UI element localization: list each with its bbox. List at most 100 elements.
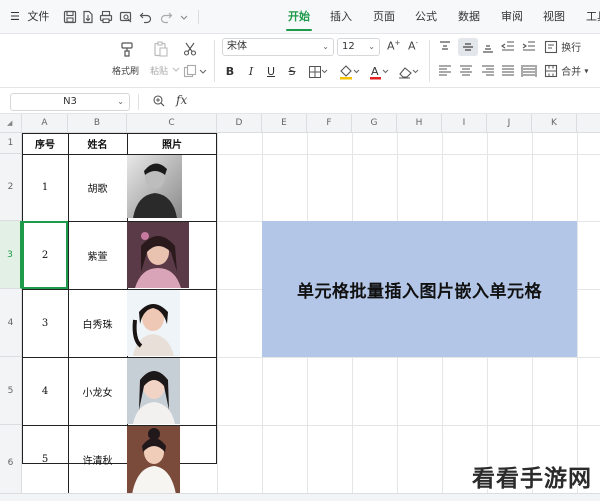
export-pdf-icon[interactable] xyxy=(80,9,96,25)
italic-icon[interactable]: I xyxy=(245,64,257,80)
column-header[interactable] xyxy=(577,114,600,133)
gridline xyxy=(577,133,578,501)
tab-review[interactable]: 审阅 xyxy=(497,0,527,34)
bold-icon[interactable]: B xyxy=(224,64,236,80)
chevron-down-icon: ⌄ xyxy=(117,97,124,106)
column-header[interactable]: G xyxy=(352,114,397,133)
portrait-photo[interactable] xyxy=(127,426,180,501)
redo-icon[interactable] xyxy=(158,9,174,25)
increase-indent-icon[interactable] xyxy=(521,40,537,54)
fill-color-icon[interactable] xyxy=(338,64,360,80)
tab-data[interactable]: 数据 xyxy=(454,0,484,34)
zoom-search-icon[interactable] xyxy=(152,94,166,111)
formula-divider xyxy=(138,94,139,110)
menubar-separator xyxy=(198,10,199,24)
portrait-photo[interactable] xyxy=(127,155,182,218)
gridline xyxy=(217,357,600,358)
name-cell[interactable]: 许清秋 xyxy=(68,425,127,493)
font-size-value: 12 xyxy=(342,41,355,52)
index-cell[interactable]: 1 xyxy=(22,154,68,221)
index-cell[interactable]: 3 xyxy=(22,289,68,357)
row-header[interactable]: 2 xyxy=(0,154,22,221)
font-color-icon[interactable]: A xyxy=(368,64,390,80)
align-center-icon[interactable] xyxy=(458,64,474,78)
align-right-icon[interactable] xyxy=(480,64,496,78)
justify-icon[interactable] xyxy=(500,64,516,78)
spreadsheet-grid[interactable]: ◢ A B C D E F G H I J K 1 2 3 4 5 6 序号 姓… xyxy=(0,114,600,501)
portrait-photo[interactable] xyxy=(127,290,180,356)
row-header[interactable]: 6 xyxy=(0,425,22,501)
row-header[interactable]: 5 xyxy=(0,357,22,425)
portrait-photo[interactable] xyxy=(127,222,189,288)
column-header[interactable]: I xyxy=(442,114,487,133)
table-header-cell[interactable]: 序号 xyxy=(22,133,68,154)
formula-input[interactable] xyxy=(200,93,590,111)
tab-page[interactable]: 页面 xyxy=(369,0,399,34)
name-cell[interactable]: 白秀珠 xyxy=(68,289,127,357)
cell-reference: N3 xyxy=(63,96,77,107)
font-size-select[interactable]: 12 ⌄ xyxy=(337,38,380,56)
column-header[interactable]: H xyxy=(397,114,442,133)
wrap-text-button[interactable]: 换行 xyxy=(544,39,581,54)
site-watermark: 看看手游网 xyxy=(472,466,592,492)
save-icon[interactable] xyxy=(62,9,78,25)
column-header[interactable]: B xyxy=(68,114,127,133)
align-top-icon[interactable] xyxy=(437,40,453,54)
column-header[interactable]: D xyxy=(217,114,262,133)
insert-function-icon[interactable]: fx xyxy=(176,93,187,107)
paste-dropdown-icon[interactable] xyxy=(172,63,180,75)
format-painter-button[interactable] xyxy=(118,40,136,58)
tab-formula[interactable]: 公式 xyxy=(411,0,441,34)
align-bottom-icon[interactable] xyxy=(480,40,496,54)
formula-bar: N3 ⌄ fx xyxy=(0,90,600,114)
index-cell[interactable]: 5 xyxy=(22,425,68,493)
undo-icon[interactable] xyxy=(138,9,154,25)
decrease-indent-icon[interactable] xyxy=(500,40,516,54)
tab-home[interactable]: 开始 xyxy=(282,0,316,34)
tab-view[interactable]: 视图 xyxy=(539,0,569,34)
cut-icon[interactable] xyxy=(182,41,198,57)
main-menu-button[interactable]: ☰ 文件 xyxy=(10,0,49,34)
row-header[interactable]: 1 xyxy=(0,133,22,154)
table-header-cell[interactable]: 姓名 xyxy=(68,133,127,154)
column-header[interactable]: A xyxy=(22,114,68,133)
distributed-align-icon[interactable] xyxy=(521,64,537,78)
row-header[interactable]: 4 xyxy=(0,289,22,357)
underline-icon[interactable]: U xyxy=(265,64,277,80)
copy-dropdown-icon[interactable] xyxy=(199,65,207,77)
align-left-icon[interactable] xyxy=(437,64,453,78)
column-header[interactable]: F xyxy=(307,114,352,133)
strikethrough-icon[interactable]: S xyxy=(286,64,298,80)
decrease-font-icon[interactable]: A- xyxy=(408,39,418,53)
border-icon[interactable] xyxy=(308,65,328,79)
print-preview-icon[interactable] xyxy=(118,9,134,25)
align-middle-icon[interactable] xyxy=(458,38,478,56)
merge-cells-button[interactable]: 合并 ▾ xyxy=(544,63,588,78)
column-header[interactable]: E xyxy=(262,114,307,133)
table-header-cell[interactable]: 照片 xyxy=(127,133,217,154)
name-cell[interactable]: 紫萱 xyxy=(68,221,127,289)
name-cell[interactable]: 小龙女 xyxy=(68,357,127,425)
row-header-selected[interactable]: 3 xyxy=(0,221,22,289)
font-name-select[interactable]: 宋体 ⌄ xyxy=(222,38,334,56)
column-header[interactable]: J xyxy=(487,114,532,133)
print-icon[interactable] xyxy=(98,9,114,25)
index-cell[interactable]: 2 xyxy=(22,221,68,289)
column-header[interactable]: C xyxy=(127,114,217,133)
paste-button[interactable] xyxy=(152,40,170,58)
name-cell[interactable]: 胡歌 xyxy=(68,154,127,221)
horizontal-scrollbar[interactable] xyxy=(0,493,600,501)
more-quick-access-icon[interactable] xyxy=(176,9,192,25)
clear-format-icon[interactable] xyxy=(397,64,421,80)
column-header[interactable]: K xyxy=(532,114,577,133)
copy-icon[interactable] xyxy=(182,63,198,79)
increase-font-icon[interactable]: A+ xyxy=(387,39,400,53)
portrait-photo[interactable] xyxy=(127,358,180,424)
font-name-value: 宋体 xyxy=(227,41,247,52)
index-cell[interactable]: 4 xyxy=(22,357,68,425)
name-box[interactable]: N3 ⌄ xyxy=(10,93,130,111)
tab-insert[interactable]: 插入 xyxy=(326,0,356,34)
select-all-corner[interactable]: ◢ xyxy=(0,114,22,133)
merged-title-cell[interactable]: 单元格批量插入图片嵌入单元格 xyxy=(262,221,577,357)
tab-tools[interactable]: 工具 xyxy=(582,0,600,34)
